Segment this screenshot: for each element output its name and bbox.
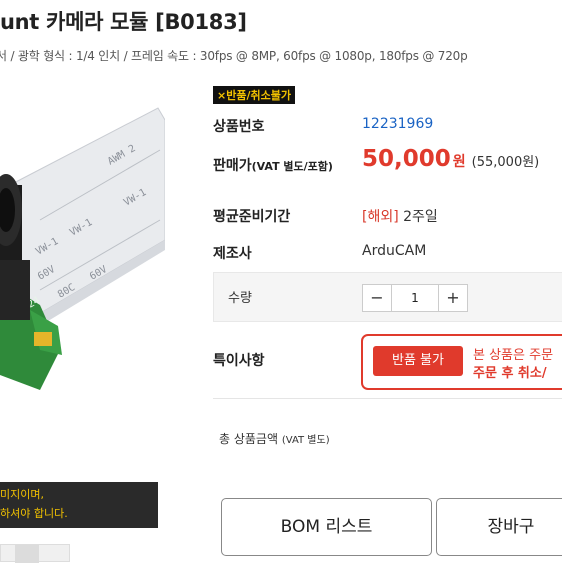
cart-button[interactable]: 장바구	[436, 498, 562, 556]
image-notice-line: 미지이며,	[0, 488, 44, 501]
image-notice: 미지이며, 하셔야 합니다.	[0, 482, 158, 528]
total-label-note: (VAT 별도)	[281, 435, 330, 446]
no-return-button[interactable]: 반품 불가	[373, 346, 463, 376]
product-title: unt 카메라 모듈 [B0183]	[0, 10, 247, 34]
image-notice-line: 하셔야 합니다.	[0, 507, 68, 520]
prep-period-value: [해외] 2주일	[362, 206, 438, 226]
price-label-note: (VAT 별도/포함)	[251, 160, 333, 173]
maker-label: 제조사	[213, 246, 252, 262]
quantity-increase-button[interactable]: +	[439, 285, 467, 311]
product-image[interactable]: AWM 2 VW-1 VW-1 VW-1 60V 80C 60V 24	[0, 90, 165, 480]
total-label-text: 총 상품금액	[219, 432, 279, 446]
total-price-label: 총 상품금액 (VAT 별도)	[219, 430, 330, 447]
thumbnail-image	[15, 545, 39, 563]
product-no-value: 12231969	[362, 116, 434, 132]
product-subtitle: 서 / 광학 형식 : 1/4 인치 / 프레임 속도 : 30fps @ 8M…	[0, 49, 468, 63]
quantity-decrease-button[interactable]: −	[363, 285, 391, 311]
camera-module-illustration: AWM 2 VW-1 VW-1 VW-1 60V 80C 60V 24	[0, 107, 165, 390]
quantity-input[interactable]: 1	[391, 285, 439, 311]
quantity-stepper: − 1 +	[362, 284, 468, 312]
divider	[213, 398, 562, 399]
no-return-badge: ×반품/취소불가	[213, 86, 295, 104]
price-with-vat: (55,000원)	[471, 155, 540, 170]
quantity-box: 수량 − 1 +	[213, 272, 562, 322]
overseas-tag: [해외]	[362, 209, 399, 225]
price-value: 50,000	[362, 146, 451, 172]
price-label-text: 판매가	[213, 158, 252, 174]
price: 50,000 원 (55,000원)	[362, 146, 539, 172]
quantity-label: 수량	[228, 291, 252, 306]
thumbnail[interactable]	[0, 544, 70, 563]
special-notes-text: 본 상품은 주문	[473, 348, 554, 363]
price-unit: 원	[452, 154, 466, 170]
prep-period-label: 평균준비기간	[213, 209, 291, 225]
maker-value: ArduCAM	[362, 243, 427, 259]
prep-period-text: 2주일	[403, 209, 438, 225]
special-notes-text: 주문 후 취소/	[473, 366, 547, 381]
special-notes-box: 반품 불가 본 상품은 주문 주문 후 취소/	[361, 334, 562, 390]
bom-list-button[interactable]: BOM 리스트	[221, 498, 432, 556]
special-notes-label: 특이사항	[213, 353, 265, 369]
product-no-label: 상품번호	[213, 119, 265, 135]
price-label: 판매가(VAT 별도/포함)	[213, 155, 333, 175]
